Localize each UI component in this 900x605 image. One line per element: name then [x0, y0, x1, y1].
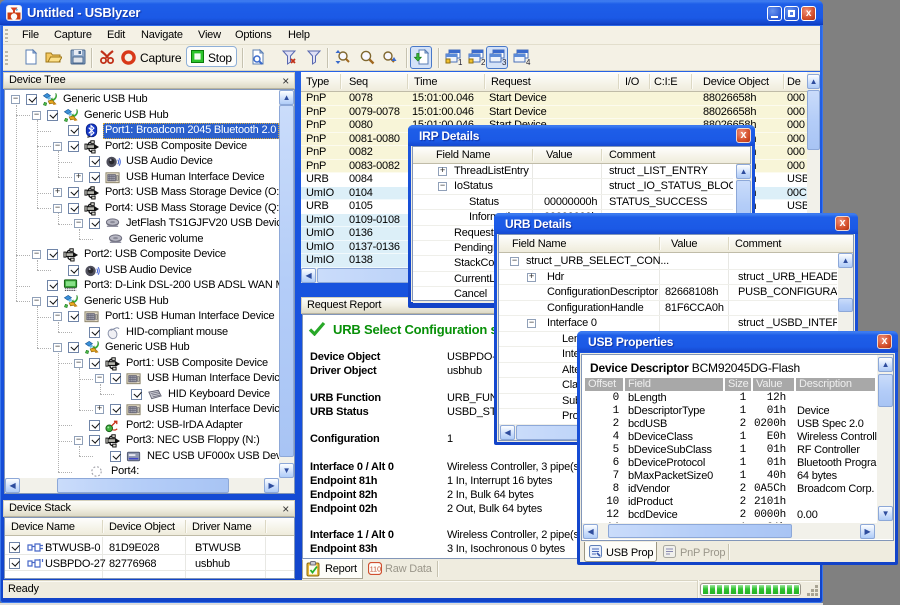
svg-text:1: 1: [458, 58, 463, 66]
svg-text:110: 110: [370, 567, 381, 574]
svg-text:3: 3: [502, 58, 507, 66]
svg-text:4: 4: [526, 58, 531, 66]
